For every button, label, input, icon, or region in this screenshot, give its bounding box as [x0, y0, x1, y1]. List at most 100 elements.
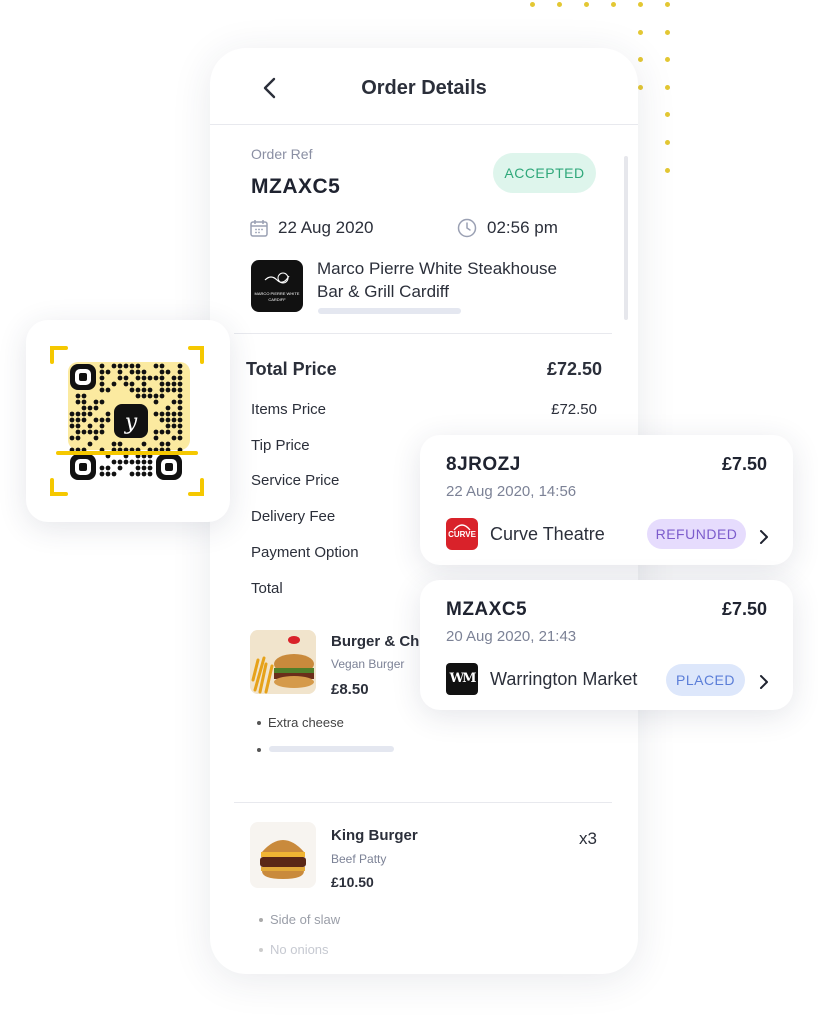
- qr-module: [147, 393, 153, 399]
- qr-module: [153, 375, 159, 381]
- qr-module: [117, 369, 123, 375]
- decorative-dot: [665, 167, 670, 173]
- qr-module: [99, 381, 105, 387]
- item-image: [250, 822, 316, 888]
- venue-name: Marco Pierre White Steakhouse Bar & Gril…: [317, 257, 557, 303]
- qr-module: [153, 399, 159, 405]
- qr-module: [87, 429, 93, 435]
- qr-module: [69, 435, 75, 441]
- qr-module: [99, 369, 105, 375]
- item-extra: Extra cheese: [268, 715, 344, 730]
- burger-image-icon: [250, 822, 316, 888]
- qr-module: [81, 405, 87, 411]
- order-card[interactable]: 8JROZJ £7.50 22 Aug 2020, 14:56 CURVE Cu…: [420, 435, 793, 565]
- qr-module: [117, 459, 123, 465]
- qr-module: [159, 387, 165, 393]
- order-card-venue: Warrington Market: [490, 669, 638, 689]
- price-row-label: Tip Price: [251, 436, 310, 454]
- chevron-right-icon[interactable]: [758, 529, 770, 545]
- qr-module: [135, 369, 141, 375]
- item-name: King Burger: [331, 827, 418, 844]
- qr-module: [165, 369, 171, 375]
- status-badge: ACCEPTED: [493, 153, 596, 193]
- skeleton-bar: [269, 746, 394, 752]
- order-card-amount: £7.50: [721, 454, 767, 474]
- item-qty: x3: [579, 829, 597, 848]
- qr-module: [171, 417, 177, 423]
- order-time: 02:56 pm: [487, 218, 558, 237]
- skeleton-bar: [318, 308, 461, 314]
- qr-module: [177, 375, 183, 381]
- qr-module: [123, 363, 129, 369]
- qr-module: [177, 417, 183, 423]
- calendar-icon: [250, 220, 268, 237]
- order-card-datetime: 20 Aug 2020, 21:43: [446, 628, 577, 645]
- qr-module: [177, 369, 183, 375]
- decorative-dot: [584, 2, 589, 7]
- scrollbar[interactable]: [624, 156, 628, 320]
- item-image: [250, 630, 316, 694]
- qr-module: [99, 387, 105, 393]
- qr-module: [69, 411, 75, 417]
- qr-module: [177, 405, 183, 411]
- total-price-label: Total Price: [246, 359, 337, 379]
- chevron-right-icon[interactable]: [758, 674, 770, 690]
- qr-module: [99, 417, 105, 423]
- qr-module: [165, 387, 171, 393]
- qr-module: [153, 363, 159, 369]
- item-name: Burger & Ch: [331, 633, 420, 650]
- qr-module: [177, 363, 183, 369]
- qr-module: [171, 399, 177, 405]
- qr-module: [159, 363, 165, 369]
- qr-module: [141, 471, 147, 477]
- price-row-label: Items Price: [251, 401, 327, 418]
- qr-module: [147, 465, 153, 471]
- qr-module: [87, 423, 93, 429]
- decorative-dot: [665, 2, 670, 7]
- qr-module: [111, 441, 117, 447]
- warrington-logo-text: WM: [449, 671, 477, 686]
- qr-module: [129, 471, 135, 477]
- qr-module: [111, 381, 117, 387]
- qr-module: [75, 417, 81, 423]
- qr-module: [75, 399, 81, 405]
- qr-module: [99, 465, 105, 471]
- qr-module: [75, 423, 81, 429]
- qr-module: [99, 375, 105, 381]
- qr-module: [165, 405, 171, 411]
- qr-module: [135, 459, 141, 465]
- qr-module: [81, 429, 87, 435]
- qr-module: [141, 465, 147, 471]
- order-card[interactable]: MZAXC5 £7.50 20 Aug 2020, 21:43 WM Warri…: [420, 580, 793, 710]
- order-ref: MZAXC5: [251, 175, 341, 198]
- qr-module: [141, 375, 147, 381]
- item-sub: Beef Patty: [331, 852, 387, 866]
- qr-module: [105, 369, 111, 375]
- qr-module: [165, 429, 171, 435]
- qr-module: [171, 411, 177, 417]
- item-sub: Vegan Burger: [331, 657, 405, 671]
- venue-logo: [251, 260, 303, 312]
- qr-module: [165, 423, 171, 429]
- qr-module: [123, 375, 129, 381]
- qr-module: [135, 387, 141, 393]
- qr-module: [105, 465, 111, 471]
- qr-module: [135, 465, 141, 471]
- price-row-label: Delivery Fee: [251, 508, 336, 526]
- qr-module: [123, 459, 129, 465]
- decorative-dot: [665, 84, 670, 90]
- qr-code-card[interactable]: y: [26, 320, 230, 522]
- qr-module: [93, 417, 99, 423]
- qr-module: [159, 429, 165, 435]
- status-badge: PLACED: [666, 664, 745, 696]
- qr-module: [159, 393, 165, 399]
- qr-module: [129, 387, 135, 393]
- qr-module: [171, 375, 177, 381]
- qr-module: [177, 381, 183, 387]
- qr-module: [99, 363, 105, 369]
- curve-logo-icon: CURVE: [446, 518, 478, 550]
- decorative-dot: [638, 2, 643, 7]
- qr-module: [147, 459, 153, 465]
- qr-module: [135, 375, 141, 381]
- decorative-dot: [665, 29, 670, 35]
